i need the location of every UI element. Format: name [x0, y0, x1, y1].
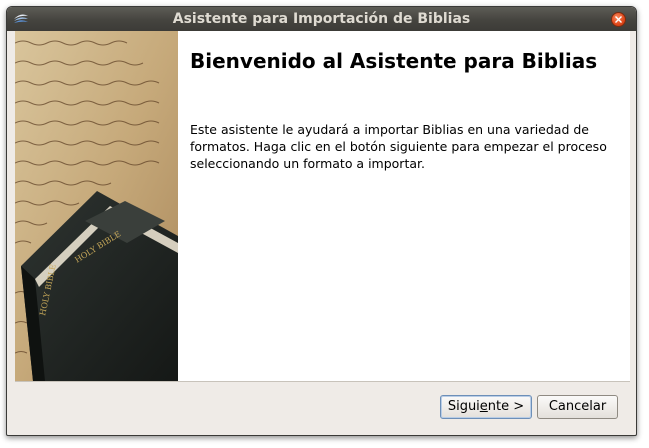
description-text: Este asistente le ayudará a importar Bib…	[190, 122, 607, 171]
bible-book-image: HOLY BIBLE HOLY BIBLE	[15, 31, 178, 381]
next-label-mnemonic: e	[479, 399, 488, 414]
page-title: Bienvenido al Asistente para Biblias	[190, 49, 598, 73]
content-panel: Bienvenido al Asistente para Biblias Est…	[178, 31, 630, 381]
wizard-window: Asistente para Importación de Biblias HO…	[6, 6, 637, 436]
next-button[interactable]: Siguiente >	[440, 395, 532, 419]
cancel-button[interactable]: Cancelar	[537, 395, 618, 419]
next-label-pre: Sigui	[447, 399, 480, 414]
close-button[interactable]	[611, 12, 626, 27]
window-title: Asistente para Importación de Biblias	[172, 11, 471, 27]
title-bar[interactable]: Asistente para Importación de Biblias	[7, 7, 636, 31]
close-icon	[615, 16, 622, 23]
separator	[15, 381, 630, 382]
next-label-post: nte >	[487, 399, 525, 414]
